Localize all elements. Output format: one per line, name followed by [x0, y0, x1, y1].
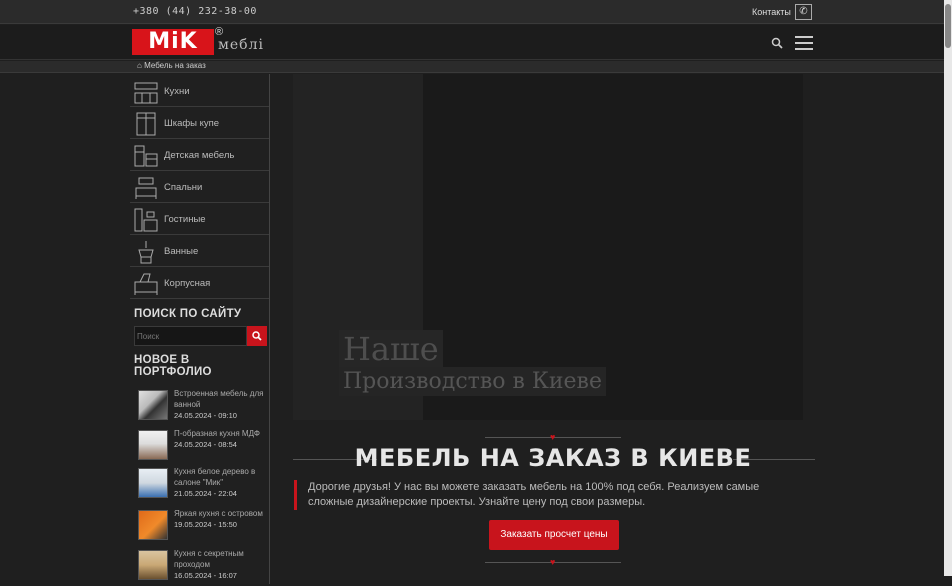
sidebar-item-label: Шкафы купе: [164, 118, 220, 129]
logo[interactable]: MiK: [132, 29, 214, 55]
hero-slider[interactable]: Наше Производство в Киеве: [293, 74, 803, 420]
search-icon: [252, 331, 262, 341]
sidebar-item-kitchens[interactable]: Кухни: [130, 76, 269, 107]
order-price-button[interactable]: Заказать просчет цены: [489, 520, 619, 550]
sidebar-item-label: Гостиные: [164, 214, 206, 225]
portfolio-item[interactable]: Кухня с секретным проходом 16.05.2024 - 1…: [138, 548, 269, 586]
sidebar-item-label: Корпусная: [164, 278, 211, 289]
sidebar-item-kids-furniture[interactable]: Детская мебель: [130, 140, 269, 171]
phone-icon[interactable]: ✆: [795, 4, 812, 20]
heart-icon: ♥: [550, 557, 556, 567]
sidebar-item-living-rooms[interactable]: Гостиные: [130, 204, 269, 235]
sidebar-item-bathrooms[interactable]: Ванные: [130, 236, 269, 267]
portfolio-thumbnail[interactable]: [138, 390, 168, 420]
top-bar: +380 (44) 232-38-00 Контакты ✆: [0, 0, 944, 24]
portfolio-item[interactable]: Яркая кухня с островом 19.05.2024 - 15:50: [138, 508, 269, 546]
bed-icon: [135, 177, 157, 199]
site-header: MiK ® меблі: [0, 25, 944, 60]
search-icon[interactable]: [771, 37, 783, 49]
breadcrumb: ⌂ Мебель на заказ: [0, 61, 944, 73]
portfolio-date: 21.05.2024 - 22:04: [174, 489, 237, 498]
bathroom-icon: [138, 241, 154, 264]
sidebar-item-bedrooms[interactable]: Спальни: [130, 172, 269, 203]
slide-subheading: Производство в Киеве: [339, 367, 606, 396]
sidebar-item-wardrobes[interactable]: Шкафы купе: [130, 108, 269, 139]
scrollbar[interactable]: [944, 0, 952, 576]
breadcrumb-label[interactable]: Мебель на заказ: [144, 61, 206, 70]
portfolio-title[interactable]: Встроенная мебель для ванной: [174, 389, 263, 409]
portfolio-title[interactable]: П-образная кухня МДФ: [174, 429, 260, 438]
sidebar-item-label: Кухни: [164, 86, 190, 97]
portfolio-title[interactable]: Яркая кухня с островом: [174, 509, 263, 518]
page-title: МЕБЕЛЬ НА ЗАКАЗ В КИЕВЕ: [354, 444, 752, 472]
living-room-icon: [134, 208, 158, 232]
intro-text: Дорогие друзья! У нас вы можете заказать…: [294, 480, 784, 510]
sidebar-item-label: Спальни: [164, 182, 203, 193]
portfolio-heading: НОВОЕ В ПОРТФОЛИО: [134, 354, 212, 378]
slide-heading: Наше: [339, 330, 443, 368]
logo-subtitle: меблі: [218, 37, 264, 53]
phone-number[interactable]: +380 (44) 232-38-00: [133, 6, 257, 17]
main-content: Наше Производство в Киеве ♥ МЕБЕЛЬ НА ЗА…: [271, 74, 944, 584]
kids-furniture-icon: [134, 145, 158, 167]
search-heading: ПОИСК ПО САЙТУ: [134, 308, 242, 320]
sidebar: Кухни Шкафы купе Детская мебель Спальни …: [130, 74, 270, 584]
heart-icon: ♥: [550, 432, 556, 442]
portfolio-item[interactable]: Встроенная мебель для ванной 24.05.2024 -…: [138, 388, 269, 426]
portfolio-thumbnail[interactable]: [138, 510, 168, 540]
contacts-link[interactable]: Контакты: [752, 7, 791, 17]
portfolio-date: 24.05.2024 - 08:54: [174, 440, 237, 449]
hamburger-icon[interactable]: [795, 36, 813, 50]
portfolio-item[interactable]: Кухня белое дерево в салоне "Мик" 21.05.2…: [138, 466, 269, 504]
sidebar-item-label: Ванные: [164, 246, 199, 257]
search-input[interactable]: [134, 326, 247, 346]
portfolio-thumbnail[interactable]: [138, 430, 168, 460]
portfolio-title[interactable]: Кухня с секретным проходом: [174, 549, 244, 569]
portfolio-title[interactable]: Кухня белое дерево в салоне "Мик": [174, 467, 255, 487]
sidebar-item-cabinet-furniture[interactable]: Корпусная: [130, 268, 269, 299]
portfolio-date: 19.05.2024 - 15:50: [174, 520, 237, 529]
kitchen-icon: [134, 82, 158, 104]
scrollbar-thumb[interactable]: [945, 4, 951, 48]
search-button[interactable]: [247, 326, 267, 346]
home-icon: ⌂: [137, 61, 142, 70]
portfolio-date: 24.05.2024 - 09:10: [174, 411, 237, 420]
cabinet-icon: [134, 273, 158, 295]
portfolio-thumbnail[interactable]: [138, 468, 168, 498]
sidebar-item-label: Детская мебель: [164, 150, 235, 161]
wardrobe-icon: [136, 112, 156, 136]
portfolio-item[interactable]: П-образная кухня МДФ 24.05.2024 - 08:54: [138, 428, 269, 466]
